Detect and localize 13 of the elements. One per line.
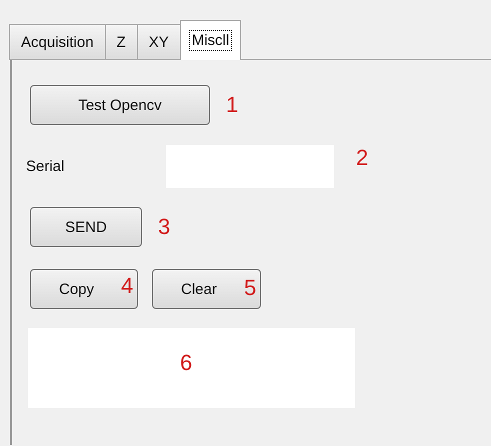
serial-label: Serial bbox=[26, 158, 66, 175]
test-opencv-button[interactable]: Test Opencv bbox=[30, 85, 210, 125]
tab[interactable]: Z bbox=[104, 24, 138, 60]
annotation-number: 5 bbox=[244, 275, 256, 301]
tab[interactable]: Acquisition bbox=[9, 24, 106, 60]
tab[interactable]: XY bbox=[136, 24, 181, 60]
annotation-number: 6 bbox=[180, 350, 192, 376]
annotation-number: 3 bbox=[158, 214, 170, 240]
annotation-number: 2 bbox=[356, 145, 368, 171]
annotation-number: 4 bbox=[121, 273, 134, 299]
send-button[interactable]: SEND bbox=[30, 207, 142, 247]
annotation-number: 1 bbox=[226, 92, 238, 118]
tab[interactable]: Miscll bbox=[180, 20, 242, 60]
